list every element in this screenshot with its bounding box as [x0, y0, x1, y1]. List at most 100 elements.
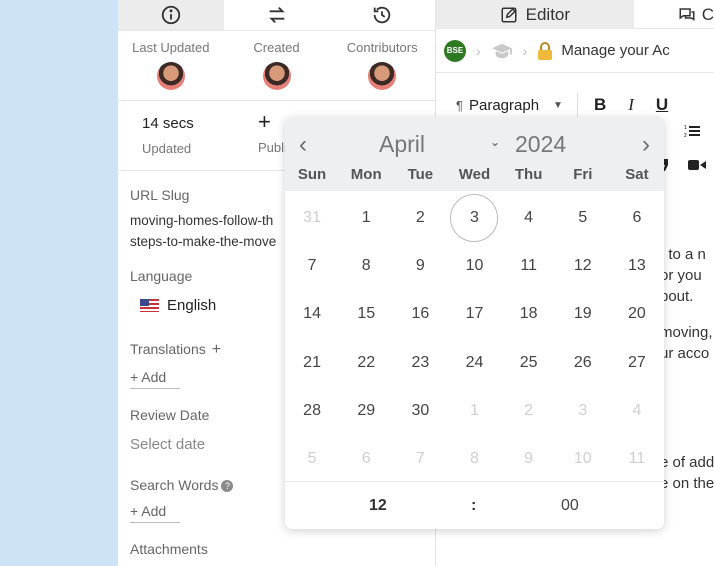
calendar-day[interactable]: 28 — [285, 387, 339, 435]
calendar-day[interactable]: 1 — [447, 387, 501, 435]
tab-editor[interactable]: Editor — [436, 0, 634, 29]
weekday-label: Tue — [407, 166, 434, 183]
calendar-day[interactable]: 30 — [393, 387, 447, 435]
calendar-day[interactable]: 12 — [556, 242, 610, 290]
numbered-list-icon[interactable]: 12 — [684, 124, 700, 138]
caret-down-icon[interactable]: ▼ — [553, 100, 563, 111]
content-line: moving, — [660, 324, 713, 341]
svg-text:2: 2 — [684, 133, 687, 138]
chevron-right-icon: › — [522, 42, 528, 59]
calendar-day[interactable]: 5 — [556, 194, 610, 242]
updated-stat: 14 secs Updated — [118, 101, 218, 170]
calendar-day[interactable]: 8 — [447, 435, 501, 483]
review-date-input[interactable]: Select date — [130, 436, 205, 453]
tab-swap[interactable] — [224, 0, 330, 30]
weekday-label: Sat — [625, 166, 649, 183]
search-words-header: Search Words? — [130, 477, 234, 493]
review-date-label: Review Date — [130, 407, 210, 423]
calendar-day[interactable]: 10 — [447, 242, 501, 290]
plus-icon[interactable]: + — [212, 341, 221, 358]
calendar-day[interactable]: 23 — [393, 339, 447, 387]
calendar-day[interactable]: 2 — [502, 387, 556, 435]
calendar-day[interactable]: 10 — [556, 435, 610, 483]
calendar-day[interactable]: 20 — [610, 290, 664, 338]
weekday-label: Fri — [573, 166, 593, 183]
calendar-day[interactable]: 8 — [339, 242, 393, 290]
calendar-day[interactable]: 6 — [339, 435, 393, 483]
calendar-day[interactable]: 5 — [285, 435, 339, 483]
calendar-day[interactable]: 25 — [502, 339, 556, 387]
calendar-day[interactable]: 9 — [393, 242, 447, 290]
content-text[interactable]: t to a n or you bout. — [660, 244, 706, 307]
language-select[interactable]: English — [140, 297, 216, 314]
calendar-day[interactable]: 27 — [610, 339, 664, 387]
calendar-day[interactable]: 4 — [502, 194, 556, 242]
tab-comments[interactable]: C — [634, 0, 714, 29]
hour-input[interactable]: 12 — [369, 497, 387, 515]
underline-button[interactable]: U — [656, 95, 668, 115]
calendar-day[interactable]: 9 — [502, 435, 556, 483]
background-strip — [0, 0, 118, 566]
avatar[interactable] — [368, 62, 397, 90]
calendar-day[interactable]: 7 — [285, 242, 339, 290]
calendar-day[interactable]: 22 — [339, 339, 393, 387]
content-text[interactable]: e of add e on the — [660, 452, 714, 494]
calendar-day[interactable]: 1 — [339, 194, 393, 242]
calendar-day[interactable]: 11 — [610, 435, 664, 483]
content-text[interactable]: moving, ur acco — [660, 322, 713, 364]
updated-label: Updated — [142, 141, 192, 156]
calendar-day[interactable]: 18 — [502, 290, 556, 338]
graduation-cap-icon[interactable] — [491, 42, 513, 60]
chevron-left-icon[interactable]: ‹ — [299, 131, 307, 159]
lock-icon — [538, 41, 553, 60]
tab-info[interactable] — [118, 0, 224, 30]
calendar-day[interactable]: 15 — [339, 290, 393, 338]
add-translation-link[interactable]: + Add — [130, 369, 180, 389]
chevron-right-icon: › — [476, 42, 481, 59]
date-picker-popup: ‹ April ⌄ 2024 › Sun Mon Tue Wed Thu Fri… — [285, 117, 664, 529]
avatar[interactable] — [156, 62, 185, 90]
calendar-day[interactable]: 13 — [610, 242, 664, 290]
minute-input[interactable]: 00 — [561, 497, 579, 515]
chevron-right-icon[interactable]: › — [642, 131, 650, 159]
avatar[interactable] — [262, 62, 291, 90]
add-search-word-link[interactable]: + Add — [130, 503, 180, 523]
calendar-day[interactable]: 16 — [393, 290, 447, 338]
weekday-label: Mon — [350, 166, 382, 183]
content-line: ur acco — [660, 345, 710, 362]
help-icon[interactable]: ? — [221, 480, 234, 492]
calendar-day[interactable]: 2 — [393, 194, 447, 242]
calendar-day[interactable]: 31 — [285, 194, 339, 242]
calendar-day[interactable]: 29 — [339, 387, 393, 435]
calendar-day[interactable]: 3 — [447, 194, 501, 243]
calendar-day[interactable]: 6 — [610, 194, 664, 242]
calendar-day[interactable]: 19 — [556, 290, 610, 338]
tab-history[interactable] — [329, 0, 435, 30]
chevron-down-icon[interactable]: ⌄ — [490, 135, 500, 149]
month-select[interactable]: April — [379, 131, 425, 158]
article-title[interactable]: Manage your Ac — [561, 42, 669, 59]
comments-icon — [679, 7, 695, 21]
calendar-day[interactable]: 21 — [285, 339, 339, 387]
year-display[interactable]: 2024 — [515, 131, 566, 158]
created: Created — [224, 40, 330, 100]
paragraph-style-select[interactable]: Paragraph — [469, 97, 539, 114]
calendar-day[interactable]: 14 — [285, 290, 339, 338]
calendar-week: 28 29 30 1 2 3 4 — [285, 387, 664, 435]
italic-button[interactable]: I — [628, 95, 634, 115]
calendar-day[interactable]: 7 — [393, 435, 447, 483]
translations-label: Translations — [130, 341, 206, 357]
calendar-day[interactable]: 26 — [556, 339, 610, 387]
site-badge[interactable]: BSE — [444, 39, 466, 62]
calendar-week: 21 22 23 24 25 26 27 — [285, 339, 664, 387]
bold-button[interactable]: B — [594, 95, 606, 115]
swap-arrows-icon — [268, 7, 285, 23]
calendar-day[interactable]: 17 — [447, 290, 501, 338]
calendar-day[interactable]: 3 — [556, 387, 610, 435]
video-icon[interactable] — [688, 158, 706, 172]
calendar-day[interactable]: 24 — [447, 339, 501, 387]
content-line: t to a n — [660, 246, 706, 263]
calendar-day[interactable]: 4 — [610, 387, 664, 435]
calendar-day[interactable]: 11 — [502, 242, 556, 290]
created-label: Created — [253, 40, 300, 55]
